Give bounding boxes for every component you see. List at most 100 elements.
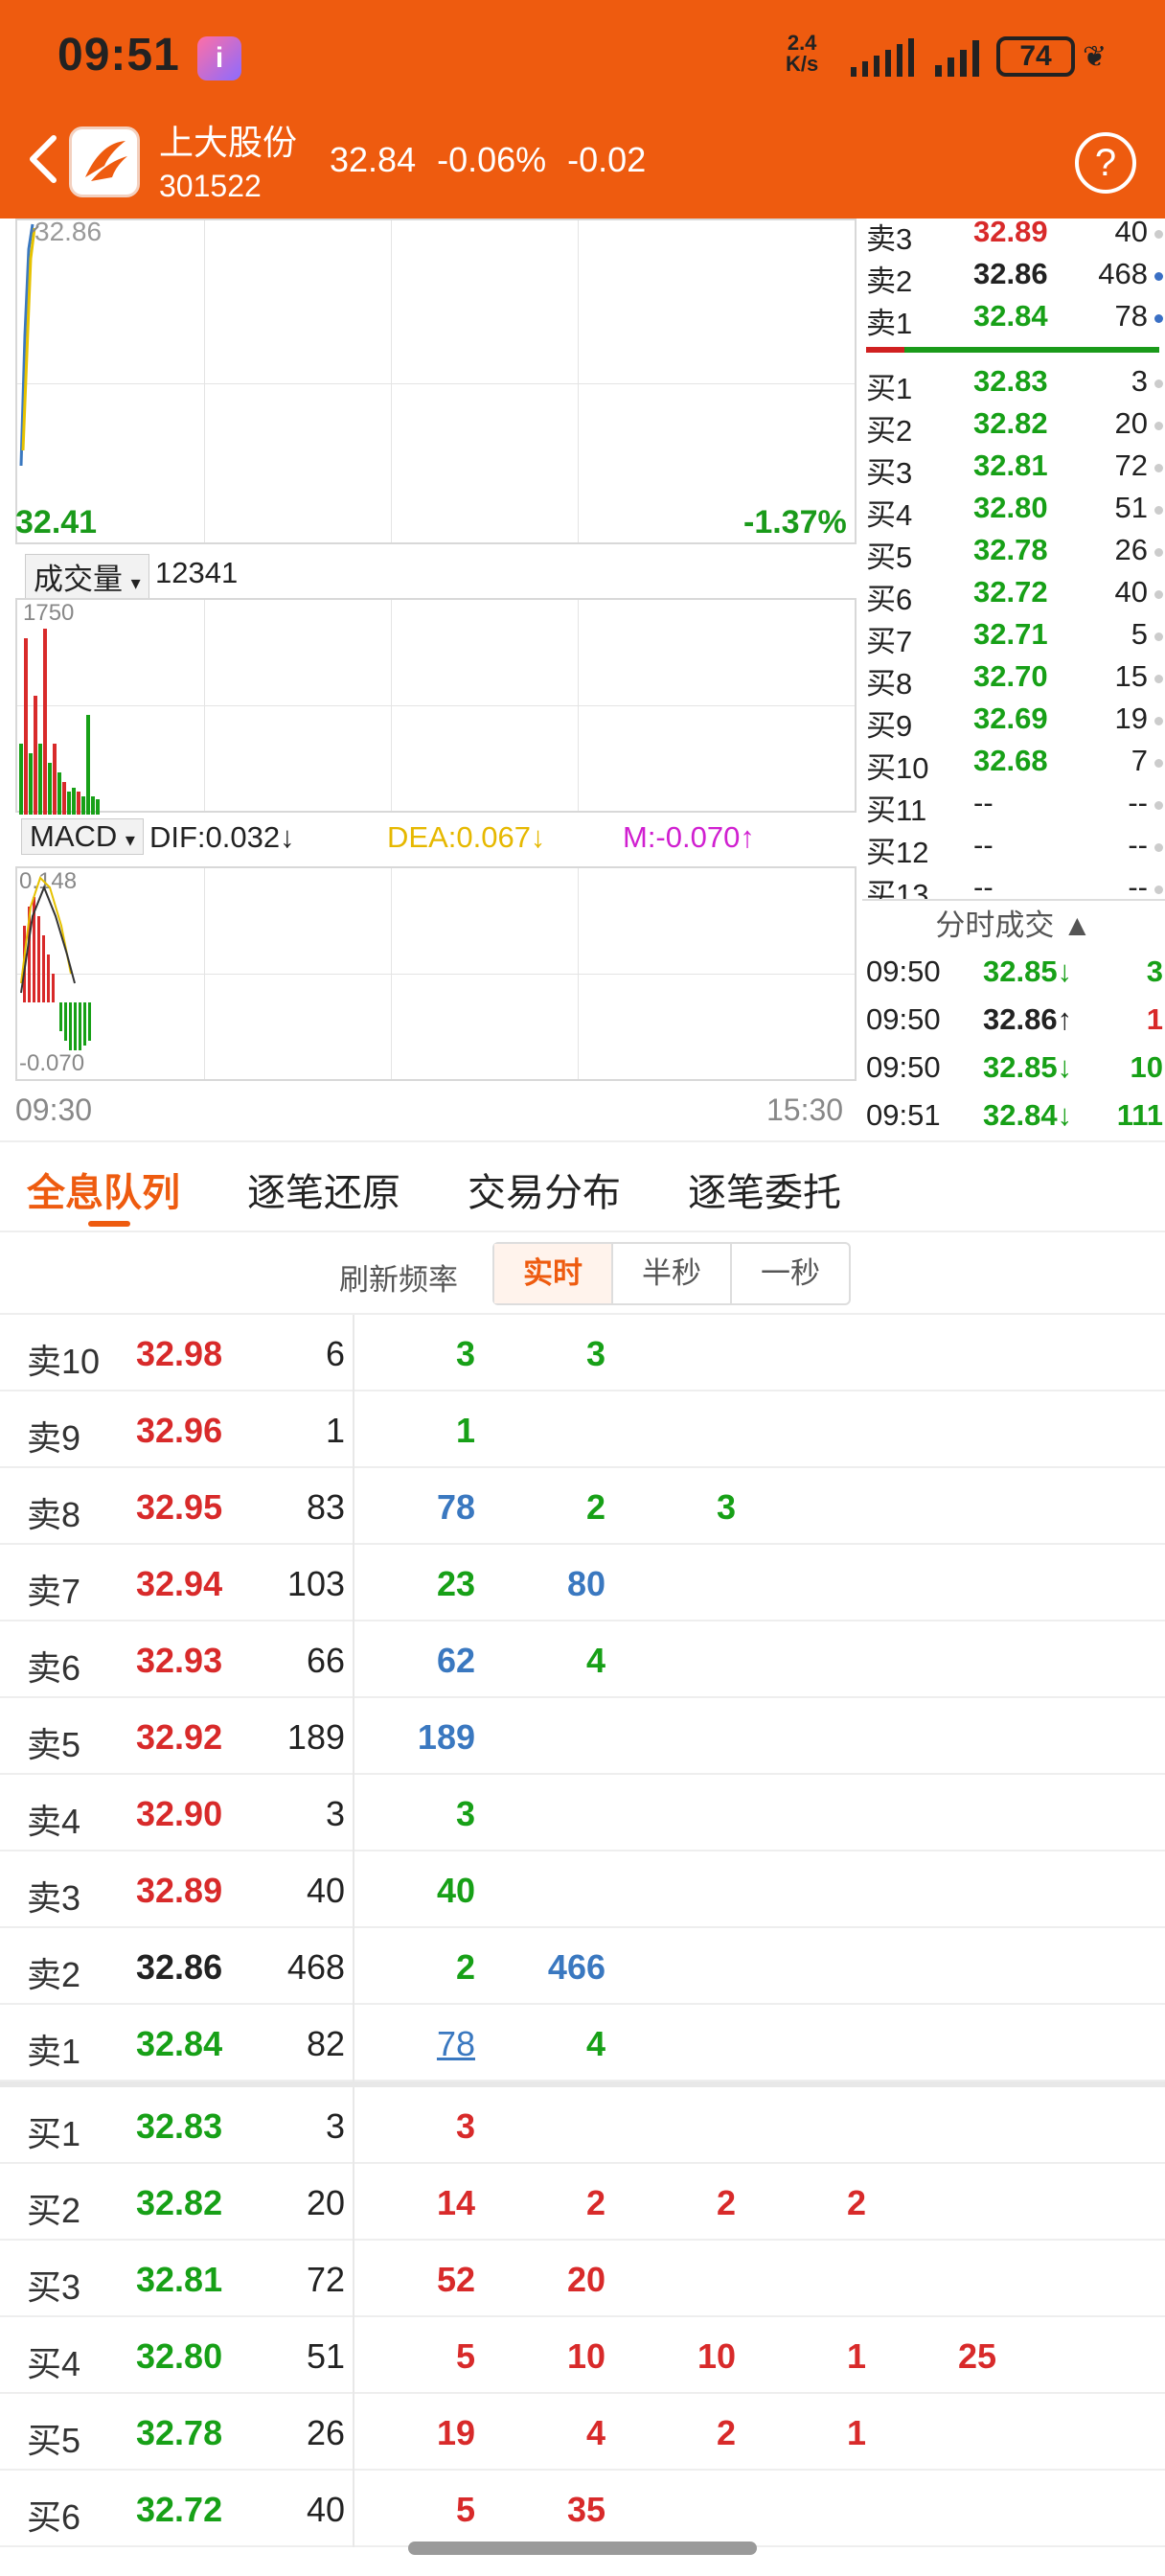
order-book-bid-row[interactable]: 买13 -- -- bbox=[866, 870, 1163, 899]
queue-order-cell[interactable]: 466 bbox=[510, 1947, 605, 1988]
queue-order-cell[interactable]: 189 bbox=[379, 1717, 475, 1758]
queue-order-cell[interactable]: 3 bbox=[640, 1487, 736, 1528]
queue-order-cell[interactable]: 20 bbox=[510, 2260, 605, 2300]
order-book-bid-row[interactable]: 买11 -- -- bbox=[866, 786, 1163, 828]
order-book-ask-row[interactable]: 卖1 32.84 78 bbox=[866, 299, 1163, 341]
refresh-realtime-button[interactable]: 实时 bbox=[494, 1244, 613, 1303]
queue-row[interactable]: 卖2 32.86 468 2 466 bbox=[0, 1928, 1165, 2005]
order-book-bid-row[interactable]: 买3 32.81 72 bbox=[866, 448, 1163, 491]
order-book-bid-row[interactable]: 买4 32.80 51 bbox=[866, 491, 1163, 533]
queue-row[interactable]: 买5 32.78 26 19 4 2 1 bbox=[0, 2394, 1165, 2471]
queue-order-cell[interactable]: 2 bbox=[510, 2183, 605, 2223]
queue-row[interactable]: 卖3 32.89 40 40 bbox=[0, 1852, 1165, 1928]
tick-trades-header[interactable]: 分时成交 ▲ bbox=[862, 899, 1165, 949]
app-notification-icon: i bbox=[197, 36, 241, 80]
queue-row[interactable]: 卖7 32.94 103 23 80 bbox=[0, 1545, 1165, 1622]
queue-order-cell[interactable]: 4 bbox=[510, 2413, 605, 2453]
queue-row[interactable]: 买1 32.83 3 3 bbox=[0, 2087, 1165, 2164]
queue-order-cell[interactable]: 78 bbox=[379, 2024, 475, 2064]
queue-price: 32.96 bbox=[136, 1411, 223, 1450]
pct-low-label: -1.37% bbox=[743, 504, 847, 540]
queue-row[interactable]: 买2 32.82 20 14 2 2 2 bbox=[0, 2164, 1165, 2241]
order-book-volume: 3 bbox=[1131, 364, 1148, 398]
queue-order-cell[interactable]: 3 bbox=[379, 1794, 475, 1834]
help-icon[interactable]: ? bbox=[1075, 132, 1136, 194]
order-book-bid-row[interactable]: 买9 32.69 19 bbox=[866, 702, 1163, 744]
tab-tick-orders[interactable]: 逐笔委托 bbox=[688, 1162, 841, 1217]
queue-order-cell[interactable]: 3 bbox=[379, 1334, 475, 1374]
queue-order-cell[interactable]: 1 bbox=[770, 2413, 866, 2453]
queue-order-cell[interactable]: 78 bbox=[379, 1487, 475, 1528]
queue-order-cell[interactable]: 3 bbox=[379, 2106, 475, 2147]
bid-ask-ratio-bar bbox=[866, 347, 1159, 353]
queue-order-cell[interactable]: 10 bbox=[640, 2336, 736, 2377]
queue-order-cell[interactable]: 2 bbox=[640, 2413, 736, 2453]
queue-order-cell[interactable]: 10 bbox=[510, 2336, 605, 2377]
queue-order-cell[interactable]: 2 bbox=[379, 1947, 475, 1988]
back-arrow-icon[interactable] bbox=[25, 132, 63, 186]
queue-order-cell[interactable]: 52 bbox=[379, 2260, 475, 2300]
queue-row[interactable]: 买4 32.80 51 5 10 10 1 25 bbox=[0, 2317, 1165, 2394]
queue-total-volume: 40 bbox=[306, 1871, 345, 1910]
order-book-bid-row[interactable]: 买7 32.71 5 bbox=[866, 617, 1163, 659]
refresh-half-second-button[interactable]: 半秒 bbox=[613, 1244, 732, 1303]
queue-order-cell[interactable]: 40 bbox=[379, 1871, 475, 1911]
order-book-bid-row[interactable]: 买12 -- -- bbox=[866, 828, 1163, 870]
queue-order-cell[interactable]: 1 bbox=[770, 2336, 866, 2377]
queue-row[interactable]: 买6 32.72 40 5 35 bbox=[0, 2471, 1165, 2547]
order-book-bid-row[interactable]: 买6 32.72 40 bbox=[866, 575, 1163, 617]
queue-order-cell[interactable]: 19 bbox=[379, 2413, 475, 2453]
queue-order-cell[interactable]: 2 bbox=[640, 2183, 736, 2223]
tick-time: 09:50 bbox=[866, 954, 941, 988]
order-book-bid-row[interactable]: 买2 32.82 20 bbox=[866, 406, 1163, 448]
queue-level-label: 卖4 bbox=[27, 1802, 81, 1841]
tab-tick-restore[interactable]: 逐笔还原 bbox=[247, 1162, 400, 1217]
queue-order-cell[interactable]: 1 bbox=[379, 1411, 475, 1451]
queue-order-cell[interactable]: 35 bbox=[510, 2490, 605, 2530]
price-panel[interactable]: 32.86 bbox=[15, 217, 857, 544]
order-book-volume: 7 bbox=[1131, 744, 1148, 777]
order-book-price: 32.84 bbox=[973, 299, 1048, 333]
order-book-bid-row[interactable]: 买10 32.68 7 bbox=[866, 744, 1163, 786]
order-book-price: -- bbox=[973, 870, 994, 899]
queue-order-cell[interactable]: 5 bbox=[379, 2336, 475, 2377]
queue-row[interactable]: 卖1 32.84 82 78 4 bbox=[0, 2005, 1165, 2082]
queue-row[interactable]: 卖5 32.92 189 189 bbox=[0, 1698, 1165, 1775]
queue-order-cell[interactable]: 4 bbox=[510, 1641, 605, 1681]
volume-selector[interactable]: 成交量 ▾ bbox=[25, 554, 149, 599]
queue-order-cell[interactable]: 4 bbox=[510, 2024, 605, 2064]
queue-row[interactable]: 卖8 32.95 83 78 2 3 bbox=[0, 1468, 1165, 1545]
order-book-bid-row[interactable]: 买8 32.70 15 bbox=[866, 659, 1163, 702]
queue-level-label: 卖1 bbox=[27, 2032, 81, 2071]
refresh-one-second-button[interactable]: 一秒 bbox=[732, 1244, 849, 1303]
queue-row[interactable]: 卖6 32.93 66 62 4 bbox=[0, 1622, 1165, 1698]
intraday-chart[interactable]: 32.86 32.41 -1.37% 成交量 ▾ 12341 1750 MACD… bbox=[0, 217, 862, 1138]
order-book-bid-row[interactable]: 买5 32.78 26 bbox=[866, 533, 1163, 575]
queue-row[interactable]: 买3 32.81 72 52 20 bbox=[0, 2241, 1165, 2317]
home-indicator[interactable] bbox=[408, 2542, 757, 2555]
volume-panel[interactable]: 1750 bbox=[15, 598, 857, 815]
queue-row[interactable]: 卖4 32.90 3 3 bbox=[0, 1775, 1165, 1852]
order-book-five[interactable]: 卖3 32.89 40 卖2 32.86 468 卖1 32.84 78 买1 32.83 3 买2 32… bbox=[862, 218, 1165, 899]
queue-order-cell[interactable]: 3 bbox=[510, 1334, 605, 1374]
queue-order-cell[interactable]: 5 bbox=[379, 2490, 475, 2530]
order-book-ask-row[interactable]: 卖2 32.86 468 bbox=[866, 257, 1163, 299]
queue-order-cell[interactable]: 2 bbox=[510, 1487, 605, 1528]
tab-trade-distribution[interactable]: 交易分布 bbox=[468, 1162, 621, 1217]
queue-row[interactable]: 卖10 32.98 6 3 3 bbox=[0, 1315, 1165, 1392]
queue-order-cell[interactable]: 62 bbox=[379, 1641, 475, 1681]
queue-order-cell[interactable]: 80 bbox=[510, 1564, 605, 1604]
macd-panel[interactable]: 0.148 -0.070 bbox=[15, 866, 857, 1081]
order-book-ask-row[interactable]: 卖3 32.89 40 bbox=[866, 218, 1163, 257]
queue-row[interactable]: 卖9 32.96 1 1 bbox=[0, 1392, 1165, 1468]
queue-order-cell[interactable]: 14 bbox=[379, 2183, 475, 2223]
stock-price: 32.84 bbox=[330, 140, 417, 179]
tab-full-queue[interactable]: 全息队列 bbox=[27, 1162, 180, 1217]
queue-order-cell[interactable]: 23 bbox=[379, 1564, 475, 1604]
order-book-volume: 26 bbox=[1114, 533, 1148, 566]
macd-selector[interactable]: MACD ▾ bbox=[21, 818, 144, 855]
queue-order-cell[interactable]: 2 bbox=[770, 2183, 866, 2223]
queue-order-cell[interactable]: 25 bbox=[901, 2336, 996, 2377]
order-book-bid-row[interactable]: 买1 32.83 3 bbox=[866, 364, 1163, 406]
queue-level-label: 卖8 bbox=[27, 1495, 81, 1534]
